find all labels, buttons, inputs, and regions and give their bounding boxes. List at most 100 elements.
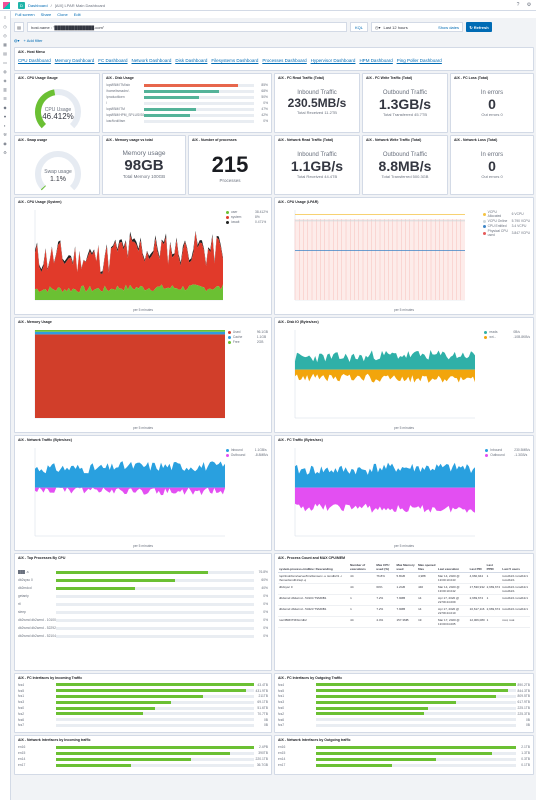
- fullscreen-link[interactable]: Full screen: [15, 12, 35, 17]
- table-cell: 1: [349, 594, 376, 606]
- bar-fill: [56, 706, 155, 710]
- legend-item[interactable]: Used 96.1GB: [227, 330, 268, 334]
- language-switcher[interactable]: KQL: [350, 22, 368, 32]
- metric-subtext: Total Transferred 500.3GB: [381, 174, 429, 179]
- menu-icon[interactable]: ≡: [3, 15, 8, 20]
- table-header[interactable]: Max Memory used: [395, 562, 418, 573]
- apm-icon[interactable]: ◆: [3, 105, 8, 110]
- table-cell: 7.2%: [375, 605, 396, 617]
- siem-icon[interactable]: ◐: [3, 123, 8, 128]
- legend-item[interactable]: Inbound 230.5MB/s: [485, 448, 530, 452]
- dashboard-icon[interactable]: ▤: [3, 51, 8, 56]
- bar-track: [316, 700, 516, 704]
- table-header[interactable]: Last 5 users: [501, 562, 530, 573]
- maps-icon[interactable]: ◍: [3, 69, 8, 74]
- help-icon[interactable]: ?: [515, 2, 521, 8]
- panel-net-read: AIX - Network Read Traffic (Total) Inbou…: [274, 135, 360, 195]
- host-menu-link[interactable]: Ping Poller Dashboard: [397, 58, 442, 63]
- legend-value: 0B/s: [513, 330, 520, 334]
- legend-item[interactable]: Free 2GB: [227, 340, 268, 344]
- kibana-logo[interactable]: [3, 1, 10, 9]
- ml-icon[interactable]: ◈: [3, 78, 8, 83]
- legend-item[interactable]: VCPU Online 5.790 VCPU: [482, 219, 530, 223]
- table-header[interactable]: Last execution: [437, 562, 469, 573]
- table-header[interactable]: Max opened files: [417, 562, 438, 573]
- legend-item[interactable]: Inbound 1.1GB/s: [225, 448, 268, 452]
- share-link[interactable]: Share: [41, 12, 52, 17]
- refresh-button[interactable]: ↻ Refresh: [466, 22, 492, 32]
- logs-icon[interactable]: ☰: [3, 96, 8, 101]
- bar-row: db2sysc 0 60%: [18, 576, 268, 584]
- host-menu-link[interactable]: Disk Dashboard: [175, 58, 207, 63]
- legend-item[interactable]: Physical CPU used 3.847 VCPU: [482, 229, 530, 237]
- table-cell: 10,617,116: [468, 605, 486, 617]
- settings-icon[interactable]: ⚙: [526, 2, 532, 8]
- bar-label: getanty: [18, 594, 29, 598]
- date-picker[interactable]: ◷▾ Last 12 hours Show dates: [371, 22, 463, 32]
- legend-item[interactable]: wri... -10B.8KB/s: [484, 335, 530, 339]
- table-header[interactable]: system.process.cmdline: Descending: [278, 562, 350, 573]
- host-menu-link[interactable]: Memory Dashboard: [55, 58, 95, 63]
- host-menu-link[interactable]: Hypervisor Dashboard: [311, 58, 356, 63]
- canvas-icon[interactable]: ▭: [3, 60, 8, 65]
- bar-value: 0.1TB: [521, 763, 530, 767]
- net-incoming-bars: en16 2.4PB en15 390TB en14 220.1TB en17 36.7GB: [15, 744, 271, 768]
- legend-item[interactable]: iowait 0.471%: [225, 220, 268, 224]
- metrics-icon[interactable]: ▥: [3, 87, 8, 92]
- breadcrumb-dashboard[interactable]: Dashboard: [28, 3, 48, 8]
- add-filter-link[interactable]: + Add filter: [24, 38, 43, 43]
- stack-monitoring-icon[interactable]: ◉: [3, 141, 8, 146]
- legend-item[interactable]: VCPU Allocated 6 VCPU: [482, 210, 530, 218]
- legend-item[interactable]: Cache 1.1GB: [227, 335, 268, 339]
- gauge-value: 1.1%: [50, 176, 66, 183]
- legend-name: reads: [489, 330, 498, 334]
- table-cell: 76.8%: [375, 572, 396, 584]
- table-header[interactable]: Last PID: [468, 562, 486, 573]
- search-input[interactable]: host.name : "██████████████.com": [27, 22, 347, 32]
- table-header[interactable]: Last PPID: [485, 562, 502, 573]
- table-header[interactable]: Number of executions: [349, 562, 376, 573]
- host-menu-link[interactable]: Filesystems Dashboard: [211, 58, 258, 63]
- table-cell: db2wmd db2wmd - 53104 TSMDB1: [278, 594, 350, 606]
- bar-value: 85%: [261, 83, 268, 87]
- uptime-icon[interactable]: ♥: [3, 114, 8, 119]
- legend-item[interactable]: Outbound -8.8MB/s: [225, 453, 268, 457]
- edit-link[interactable]: Edit: [74, 12, 81, 17]
- panel-memory: AIX - Memory usage vs total Memory usage…: [102, 135, 186, 195]
- processes-metric: 215 Processes: [189, 152, 271, 183]
- legend-item[interactable]: system 8%: [225, 215, 268, 219]
- host-menu-link[interactable]: Processes Dashboard: [262, 58, 306, 63]
- management-icon[interactable]: ⚙: [3, 150, 8, 155]
- metric-subtext: Total Received 11.2TB: [297, 110, 337, 115]
- filter-bar: ◍▾ + Add filter: [14, 36, 534, 44]
- filter-options-icon[interactable]: ◍▾: [14, 38, 20, 43]
- bar-value: 69.1TB: [257, 700, 268, 705]
- series-area-system: [35, 232, 223, 293]
- show-dates-link[interactable]: Show dates: [438, 25, 459, 30]
- legend-item[interactable]: reads 0B/s: [484, 330, 530, 334]
- net-outgoing-bars: en16 2.1TB en15 1.3TB en14 0.3TB en17 0.1TB: [275, 744, 533, 768]
- legend-item[interactable]: CPU Entitled 3.4 VCPU: [482, 224, 530, 228]
- bar-track: [56, 751, 254, 755]
- legend-item[interactable]: Outbound -1.3GB/s: [485, 453, 530, 457]
- host-menu-link[interactable]: CPU Dashboard: [18, 58, 51, 63]
- legend-name: system: [230, 215, 242, 219]
- host-menu-link[interactable]: Network Dashboard: [132, 58, 172, 63]
- discover-icon[interactable]: ◎: [3, 33, 8, 38]
- clone-link[interactable]: Clone: [57, 12, 67, 17]
- bar-row: fcs7 0B: [18, 723, 268, 729]
- dev-tools-icon[interactable]: ⚒: [3, 132, 8, 137]
- visualize-icon[interactable]: ▦: [3, 42, 8, 47]
- space-avatar[interactable]: D: [18, 1, 25, 9]
- legend-value: 38.412%: [254, 210, 268, 214]
- page-title: [AIX] LPAR Main Dashboard: [54, 2, 106, 8]
- host-menu-link[interactable]: HPM Dashboard: [359, 58, 392, 63]
- host-menu-link[interactable]: FC Dashboard: [98, 58, 127, 63]
- bar-track: [316, 683, 516, 687]
- legend-item[interactable]: user 38.412%: [225, 210, 268, 214]
- recent-icon[interactable]: ◷: [3, 24, 8, 29]
- table-header[interactable]: Max CPU used (%): [375, 562, 396, 573]
- saved-query-button[interactable]: ▤: [14, 22, 24, 32]
- bar-row: fcs7 0B: [278, 723, 530, 729]
- bar-value: 0%: [263, 634, 268, 638]
